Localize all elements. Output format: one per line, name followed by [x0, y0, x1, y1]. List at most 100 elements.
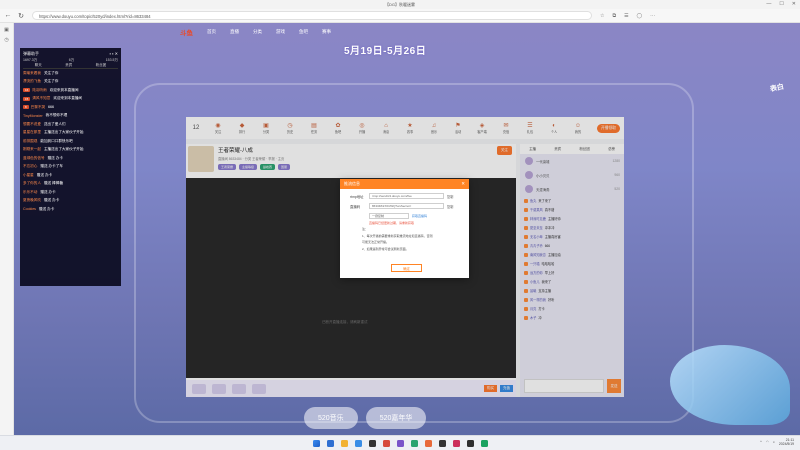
danmaku-user[interactable]: 夏夜晚风吹 [23, 198, 41, 203]
danmaku-user[interactable]: 乐乐不动 [23, 190, 37, 195]
danmaku-user[interactable]: 巴黎不哭 [31, 105, 45, 110]
start-icon[interactable] [312, 439, 320, 447]
level-badge: 8 [23, 105, 29, 110]
profile-icon[interactable]: ◯ [637, 13, 643, 19]
taskbar-app-icon[interactable] [396, 439, 404, 447]
nav-link-home[interactable]: 首页 [207, 29, 216, 35]
danmaku-line: 多了你的人 赠送 棒棒糖 [23, 180, 118, 189]
banner-carnival[interactable]: 520嘉年华 [365, 407, 427, 429]
danmaku-user[interactable]: Cookies [23, 207, 36, 211]
dialog-title: 推流信息 [344, 181, 360, 186]
dialog-header: 推流信息 ✕ [340, 179, 469, 189]
taskbar-app-icon[interactable] [354, 439, 362, 447]
taskbar-app-icon[interactable] [480, 439, 488, 447]
maximize-button[interactable]: ☐ [779, 1, 783, 7]
panel-controls-icon[interactable]: ▪ ▪ ✕ [110, 51, 118, 56]
close-icon[interactable]: ✕ [461, 181, 465, 187]
stat-follow: 153.5万 [105, 57, 118, 62]
close-window-button[interactable]: ✕ [792, 1, 796, 7]
danmaku-user[interactable]: 不忘初心 [23, 164, 37, 169]
tip-line: 注： [362, 227, 369, 231]
danmaku-user[interactable]: 漂流的飞鱼 [23, 79, 41, 84]
taskbar-app-icon[interactable] [452, 439, 460, 447]
danmaku-line: 蓝绿色的信号 赠送 办卡 [23, 154, 118, 163]
confirm-button[interactable]: 确定 [391, 264, 422, 272]
danmaku-panel: 弹幕助手 ▪ ▪ ✕ 1697.3万 6万 153.5万 聊天 贵宾 粉丝团 周… [20, 48, 121, 286]
site-logo[interactable]: 斗鱼 [180, 27, 193, 37]
danmaku-text: 主播送出了大家伙子开始 [43, 147, 84, 152]
select-row: 一键复制 获取直播码 [340, 213, 469, 219]
tip-line: 1、每次开播前需要重新获取推流地址和直播码，否则 [362, 233, 433, 238]
url-input[interactable]: https://www.douyu.com/topic/520yd/index.… [32, 11, 592, 20]
banner-music[interactable]: 520音乐 [304, 407, 358, 429]
system-tray: ^ ◠ ◖ 21:11 2024/5/19 [760, 438, 794, 446]
taskbar-app-icon[interactable] [438, 439, 446, 447]
tab-chat[interactable]: 聊天 [35, 63, 42, 68]
favorites-icon[interactable]: ☰ [624, 13, 628, 19]
browser-sidebar: ▣ ◷ [0, 23, 14, 435]
copy-mode-select[interactable]: 一键复制 [369, 213, 409, 219]
side-badge[interactable]: 表白 [769, 82, 785, 95]
danmaku-user[interactable]: 蓝绿色的信号 [23, 156, 45, 161]
nav-link-forum[interactable]: 鱼吧 [299, 29, 308, 35]
taskbar-app-icon[interactable] [410, 439, 418, 447]
window-titlebar: 【DG】秋暖迷雾 — ☐ ✕ [0, 0, 800, 9]
danmaku-user[interactable]: 想要不说爱 [23, 122, 41, 127]
taskbar: ^ ◠ ◖ 21:11 2024/5/19 [0, 435, 800, 450]
danmaku-text: 赠送 办卡 [36, 172, 53, 177]
chevron-up-icon[interactable]: ^ [760, 440, 762, 444]
stream-info-dialog: 推流信息 ✕ rtmp地址 rtmp://sendtc3.douyu.com/l… [340, 179, 469, 278]
tab-vip[interactable]: 贵宾 [65, 63, 72, 68]
taskbar-app-icon[interactable] [424, 439, 432, 447]
copy-key-button[interactable]: 复制 [447, 204, 453, 209]
danmaku-user[interactable]: 星星在那里 [23, 130, 41, 135]
key-field[interactable]: 8633484rXDJWQ?wsSecret= [369, 203, 444, 209]
danmaku-user[interactable]: 多了你的人 [23, 181, 41, 186]
danmaku-list: 周瑜来看我 关注了你 漂流的飞鱼 关注了你 16 陆羽听雨 欢迎来到本直播间 15 清风不知意欢… [23, 69, 118, 214]
wifi-icon[interactable]: ◠ [766, 440, 769, 444]
extension-icon[interactable]: ⧉ [612, 13, 616, 19]
taskbar-app-icon[interactable] [326, 439, 334, 447]
danmaku-text: 能加到口口群快乐吧 [40, 138, 73, 143]
taskbar-app-icon[interactable] [340, 439, 348, 447]
tab-fanclub[interactable]: 粉丝团 [96, 63, 107, 68]
danmaku-user[interactable]: TinyMonster [23, 114, 43, 118]
more-icon[interactable]: ⋯ [650, 13, 655, 19]
level-badge: 15 [23, 96, 31, 101]
key-row: 直播码 8633484rXDJWQ?wsSecret= 复制 [340, 203, 469, 209]
tab-icon[interactable]: ▣ [0, 27, 13, 33]
danmaku-user[interactable]: 陆羽听雨 [32, 88, 46, 93]
get-key-link[interactable]: 获取直播码 [412, 214, 427, 218]
danmaku-user[interactable]: 周瑜来看我 [23, 71, 41, 76]
nav-link-events[interactable]: 赛事 [322, 29, 331, 35]
danmaku-line: TinyMonster 我不想你不理 [23, 112, 118, 121]
taskbar-apps [309, 439, 491, 447]
danmaku-text: 关注了你 [43, 79, 59, 84]
copy-server-button[interactable]: 复制 [447, 194, 453, 199]
server-field[interactable]: rtmp://sendtc3.douyu.com/live [369, 193, 444, 199]
refresh-icon[interactable]: ↻ [16, 12, 26, 20]
key-label: 直播码 [350, 204, 361, 209]
volume-icon[interactable]: ◖ [773, 440, 775, 444]
danmaku-text: 赠送 办卡 [47, 155, 63, 160]
danmaku-line: 漂流的飞鱼 关注了你 [23, 78, 118, 87]
taskbar-app-icon[interactable] [466, 439, 474, 447]
taskbar-app-icon[interactable] [382, 439, 390, 447]
danmaku-user[interactable]: 清风不知意 [32, 96, 50, 101]
danmaku-user[interactable]: 前排围观 [23, 139, 37, 144]
minimize-button[interactable]: — [766, 1, 771, 7]
clock[interactable]: 21:11 2024/5/19 [779, 438, 794, 446]
danmaku-line: Cookies 赠送 办卡 [23, 205, 118, 214]
nav-link-category[interactable]: 分类 [253, 29, 262, 35]
nav-link-live[interactable]: 直播 [230, 29, 239, 35]
danmaku-line: 夏夜晚风吹 赠送 办卡 [23, 197, 118, 206]
danmaku-user[interactable]: 小星星 [23, 173, 34, 178]
danmaku-user[interactable]: 刚刚来一起 [23, 147, 41, 152]
danmaku-line: 星星在那里 主播送出了大家伙子开始 [23, 129, 118, 138]
stat-hot: 1697.3万 [23, 57, 38, 62]
nav-link-games[interactable]: 游戏 [276, 29, 285, 35]
taskbar-app-icon[interactable] [368, 439, 376, 447]
history-icon[interactable]: ◷ [0, 37, 13, 43]
star-icon[interactable]: ☆ [600, 13, 604, 19]
back-icon[interactable]: ← [3, 12, 13, 19]
